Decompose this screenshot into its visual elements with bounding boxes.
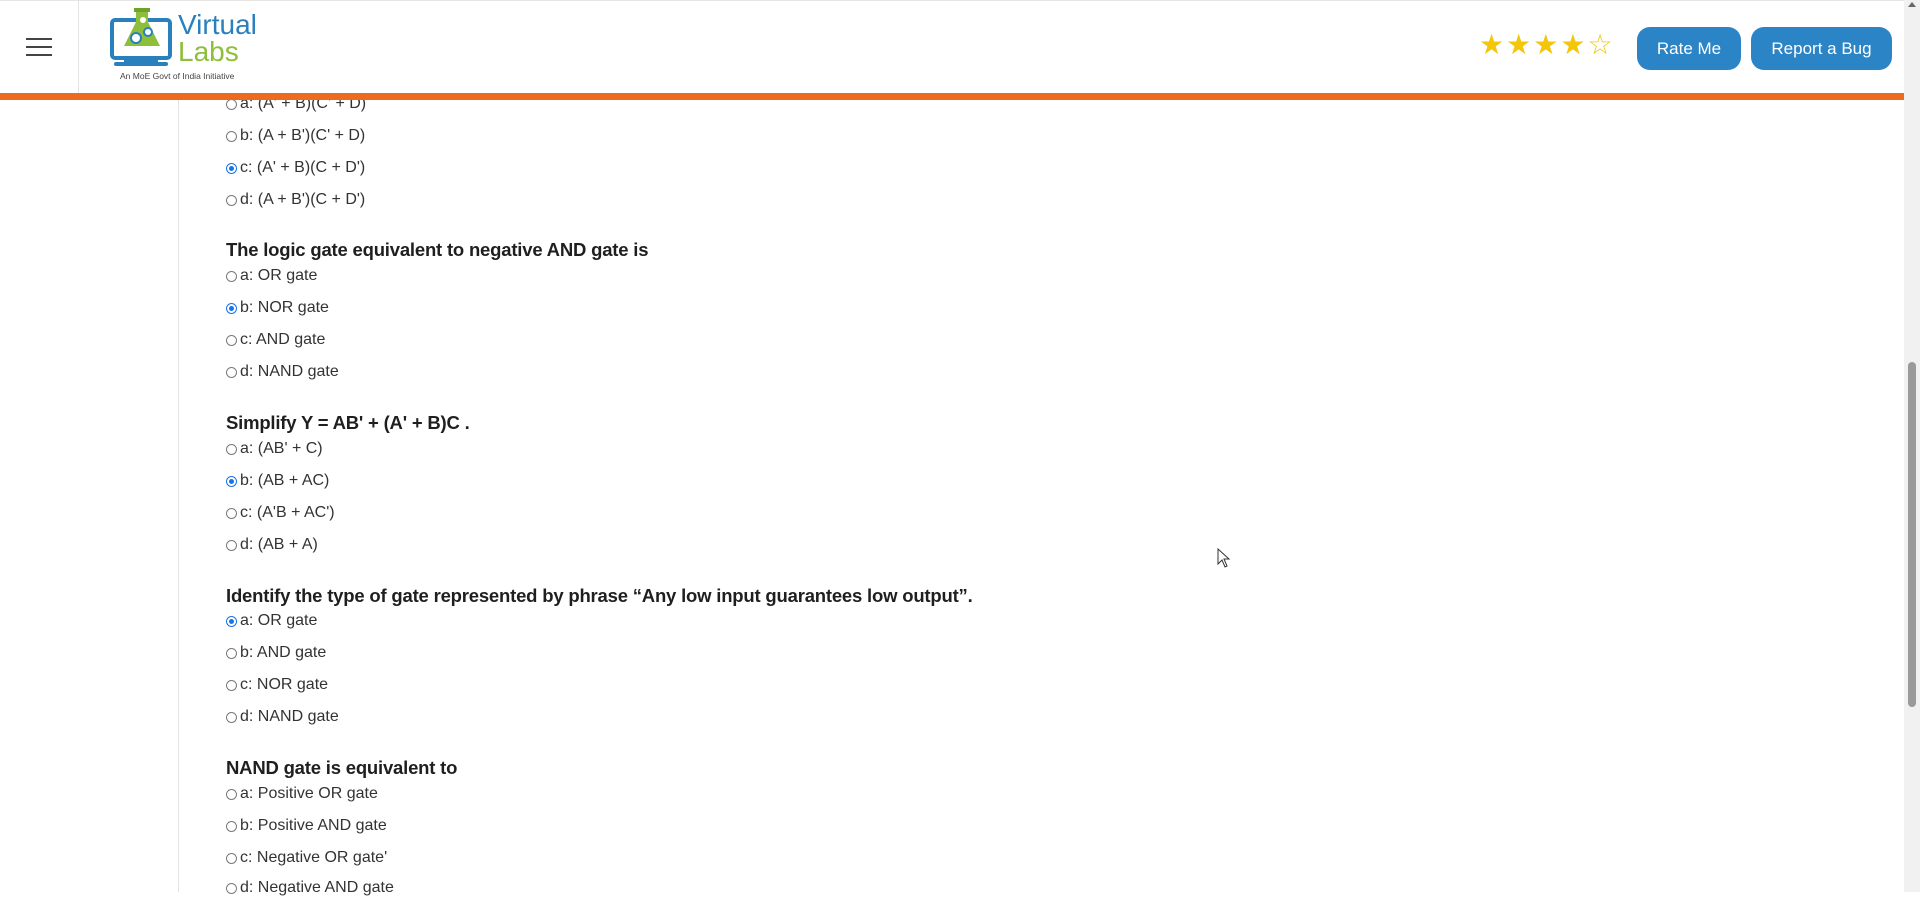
radio-button[interactable] [226, 615, 237, 627]
radio-button[interactable] [226, 647, 237, 659]
question-text: NAND gate is equivalent to [226, 757, 458, 778]
star-rating[interactable]: ★ ★ ★ ★ ☆ [1479, 28, 1613, 62]
quiz-option[interactable]: c: Negative OR gate' [226, 848, 387, 868]
scrollbar-thumb[interactable] [1908, 362, 1916, 707]
quiz-option[interactable]: a: (AB' + C) [226, 439, 323, 459]
question-text: Identify the type of gate represented by… [226, 585, 973, 606]
radio-button[interactable] [226, 852, 237, 864]
option-label: a: (AB' + C) [240, 440, 323, 457]
option-label: d: NAND gate [240, 363, 339, 380]
quiz-option[interactable]: c: NOR gate [226, 675, 328, 695]
quiz-option[interactable]: a: OR gate [226, 266, 317, 286]
radio-button[interactable] [226, 98, 237, 110]
radio-button[interactable] [226, 711, 237, 723]
option-label: a: OR gate [240, 267, 318, 284]
star-filled-icon[interactable]: ★ [1533, 28, 1558, 62]
logo-tagline: An MoE Govt of India Initiative [120, 71, 235, 81]
virtual-labs-logo[interactable]: Virtual Labs An MoE Govt of India Initia… [110, 6, 260, 86]
star-empty-icon[interactable]: ☆ [1587, 28, 1612, 62]
quiz-option[interactable]: b: (A + B')(C' + D) [226, 126, 365, 146]
radio-button[interactable] [226, 539, 237, 551]
quiz-option[interactable]: a: Positive OR gate [226, 784, 378, 804]
option-label: a: Positive OR gate [240, 785, 378, 802]
quiz-option[interactable]: d: (AB + A) [226, 535, 318, 555]
radio-button[interactable] [226, 679, 237, 691]
logo-title-virtual: Virtual [178, 9, 257, 40]
quiz-option[interactable]: b: Positive AND gate [226, 816, 387, 836]
quiz-option[interactable]: b: AND gate [226, 643, 326, 663]
radio-button[interactable] [226, 820, 237, 832]
option-label: b: (AB + AC) [240, 472, 330, 489]
menu-line-icon [26, 53, 52, 56]
mouse-pointer-icon [1217, 548, 1231, 568]
quiz-option[interactable]: c: AND gate [226, 330, 325, 350]
option-label: c: (A'B + AC') [240, 504, 335, 521]
radio-button[interactable] [226, 162, 237, 174]
option-label: c: AND gate [240, 331, 326, 348]
star-filled-icon[interactable]: ★ [1560, 28, 1585, 62]
header-top-border [0, 0, 1904, 1]
quiz-option[interactable]: d: NAND gate [226, 362, 339, 382]
option-label: d: (AB + A) [240, 536, 318, 553]
option-label: b: Positive AND gate [240, 817, 387, 834]
radio-button[interactable] [226, 366, 237, 378]
radio-button[interactable] [226, 130, 237, 142]
menu-line-icon [26, 45, 52, 48]
sidebar-divider [178, 100, 179, 892]
quiz-option[interactable]: d: NAND gate [226, 707, 339, 727]
radio-button[interactable] [226, 475, 237, 487]
flask-monitor-icon [110, 8, 172, 66]
vertical-scrollbar[interactable] [1904, 0, 1920, 892]
radio-button[interactable] [226, 270, 237, 282]
radio-button[interactable] [226, 302, 237, 314]
hamburger-menu-button[interactable] [0, 0, 79, 93]
rate-me-button[interactable]: Rate Me [1637, 27, 1741, 70]
logo-title-labs: Labs [178, 36, 239, 67]
option-label: a: OR gate [240, 612, 318, 629]
option-label: d: (A + B')(C + D') [240, 191, 366, 208]
radio-button[interactable] [226, 507, 237, 519]
report-bug-button[interactable]: Report a Bug [1751, 27, 1892, 70]
option-label: b: (A + B')(C' + D) [240, 127, 366, 144]
quiz-option[interactable]: d: (A + B')(C + D') [226, 190, 365, 210]
option-label: b: AND gate [240, 644, 327, 661]
quiz-option[interactable]: d: Negative AND gate [226, 878, 394, 898]
star-filled-icon[interactable]: ★ [1479, 28, 1504, 62]
quiz-option[interactable]: a: OR gate [226, 611, 317, 631]
option-label: c: Negative OR gate' [240, 849, 388, 866]
quiz-option[interactable]: c: (A'B + AC') [226, 503, 335, 523]
menu-line-icon [26, 37, 52, 40]
scroll-up-arrow-icon[interactable] [1908, 2, 1916, 7]
radio-button[interactable] [226, 334, 237, 346]
radio-button[interactable] [226, 443, 237, 455]
radio-button[interactable] [226, 194, 237, 206]
question-text: The logic gate equivalent to negative AN… [226, 239, 649, 260]
option-label: d: NAND gate [240, 708, 339, 725]
quiz-option[interactable]: c: (A' + B)(C + D') [226, 158, 365, 178]
quiz-option[interactable]: b: NOR gate [226, 298, 329, 318]
option-label: c: (A' + B)(C + D') [240, 159, 366, 176]
star-filled-icon[interactable]: ★ [1506, 28, 1531, 62]
header-bar: Virtual Labs An MoE Govt of India Initia… [0, 0, 1904, 100]
question-text: Simplify Y = AB' + (A' + B)C . [226, 412, 470, 433]
option-label: b: NOR gate [240, 299, 329, 316]
quiz-option[interactable]: b: (AB + AC) [226, 471, 329, 491]
option-label: d: Negative AND gate [240, 879, 394, 896]
radio-button[interactable] [226, 788, 237, 800]
option-label: c: NOR gate [240, 676, 329, 693]
